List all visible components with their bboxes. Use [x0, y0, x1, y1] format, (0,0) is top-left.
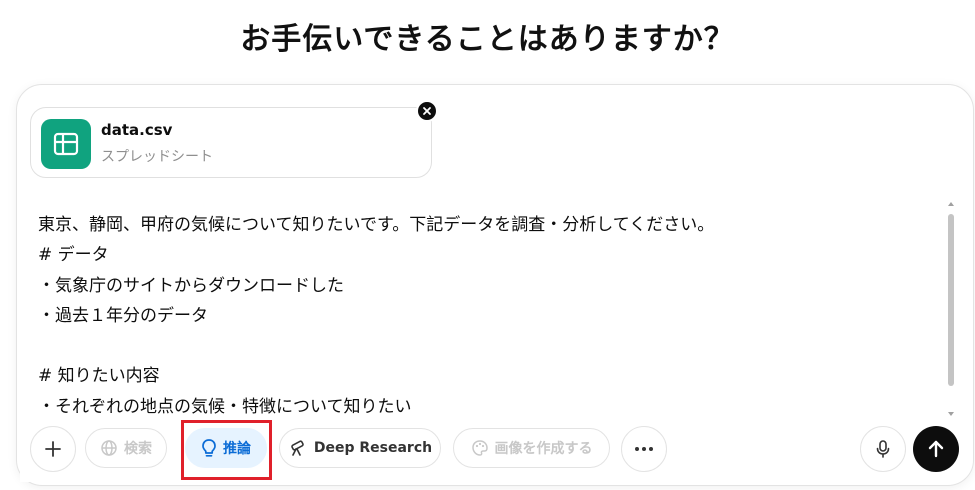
prompt-line: ・過去１年分のデータ — [38, 305, 208, 326]
deep-research-button[interactable]: Deep Research — [279, 428, 441, 468]
prompt-scrollbar[interactable] — [946, 200, 956, 418]
prompt-line: ・それぞれの地点の気候・特徴について知りたい — [38, 396, 412, 417]
more-tools-button[interactable] — [621, 426, 667, 472]
lightbulb-icon — [202, 439, 216, 457]
add-attachment-button[interactable] — [30, 426, 76, 472]
palette-icon — [471, 440, 488, 456]
attachment-card[interactable]: data.csv スプレッドシート — [30, 107, 432, 178]
scrollbar-thumb[interactable] — [948, 214, 954, 386]
prompt-line: # データ — [38, 245, 109, 266]
telescope-icon — [291, 440, 304, 456]
scroll-up-arrow[interactable] — [948, 202, 954, 206]
deep-research-label: Deep Research — [313, 440, 433, 456]
create-image-label: 画像を作成する — [494, 441, 593, 457]
prompt-textarea[interactable]: 東京、静岡、甲府の気候について知りたいです。下記データを調査・分析してください。… — [38, 210, 938, 418]
prompt-line: # 知りたい内容 — [38, 366, 160, 387]
spreadsheet-icon — [41, 119, 91, 169]
globe-icon — [101, 440, 117, 456]
reason-label: 推論 — [223, 441, 251, 457]
reason-button[interactable]: 推論 — [185, 428, 267, 468]
prompt-line: ・気象庁のサイトからダウンロードした — [38, 275, 344, 296]
remove-attachment-button[interactable] — [416, 100, 438, 122]
page-headline: お手伝いできることはありますか？ — [240, 22, 735, 57]
attachment-type: スプレッドシート — [101, 149, 213, 165]
prompt-line: 東京、静岡、甲府の気候について知りたいです。下記データを調査・分析してください。 — [38, 215, 715, 235]
more-icon — [635, 447, 653, 451]
create-image-button[interactable]: 画像を作成する — [453, 428, 610, 468]
close-icon — [423, 107, 431, 115]
scroll-down-arrow[interactable] — [948, 412, 954, 416]
prompt-line — [38, 331, 938, 361]
plus-icon — [45, 441, 61, 457]
search-button[interactable]: 検索 — [85, 428, 167, 468]
send-button[interactable] — [913, 426, 959, 472]
attachment-filename: data.csv — [101, 121, 173, 139]
search-label: 検索 — [124, 441, 152, 457]
microphone-button[interactable] — [860, 426, 906, 472]
microphone-icon — [876, 440, 890, 458]
arrow-up-icon — [928, 440, 944, 458]
